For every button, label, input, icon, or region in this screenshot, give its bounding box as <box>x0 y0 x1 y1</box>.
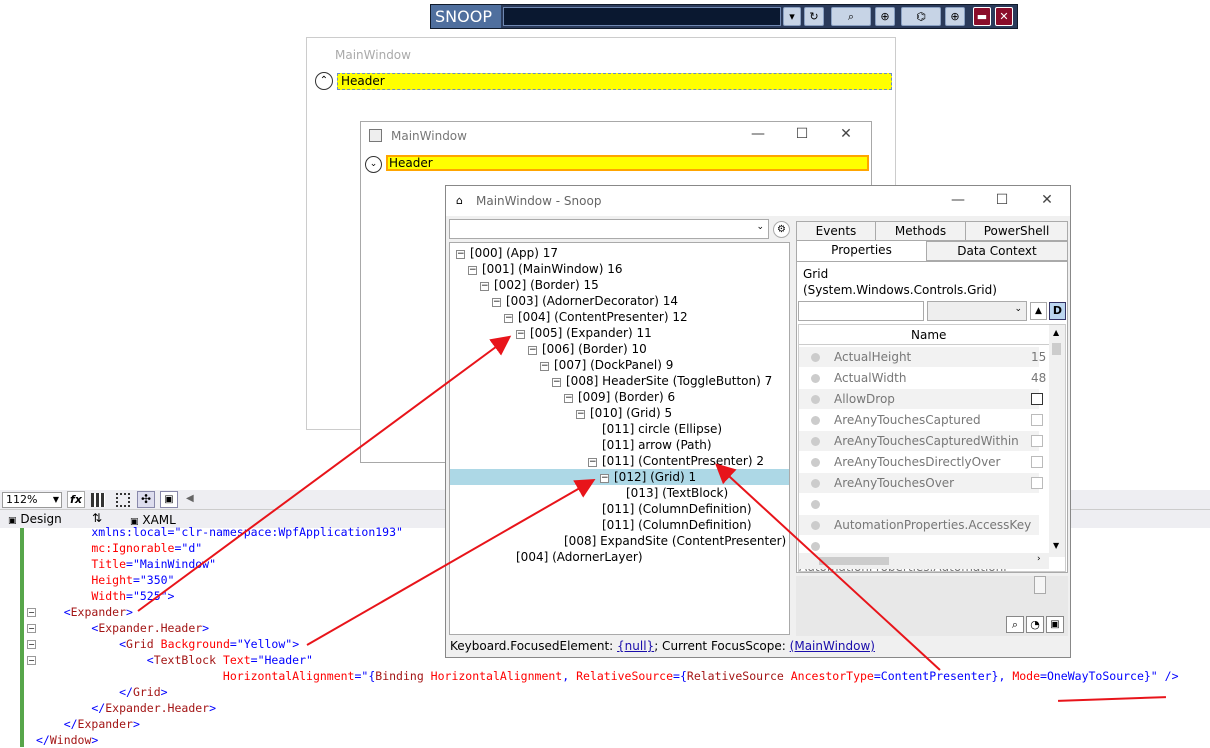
arrow-expander <box>137 335 512 612</box>
arrow-grid <box>306 479 596 646</box>
arrow-contentpresenter <box>715 463 941 671</box>
annotation-arrows <box>137 335 941 671</box>
